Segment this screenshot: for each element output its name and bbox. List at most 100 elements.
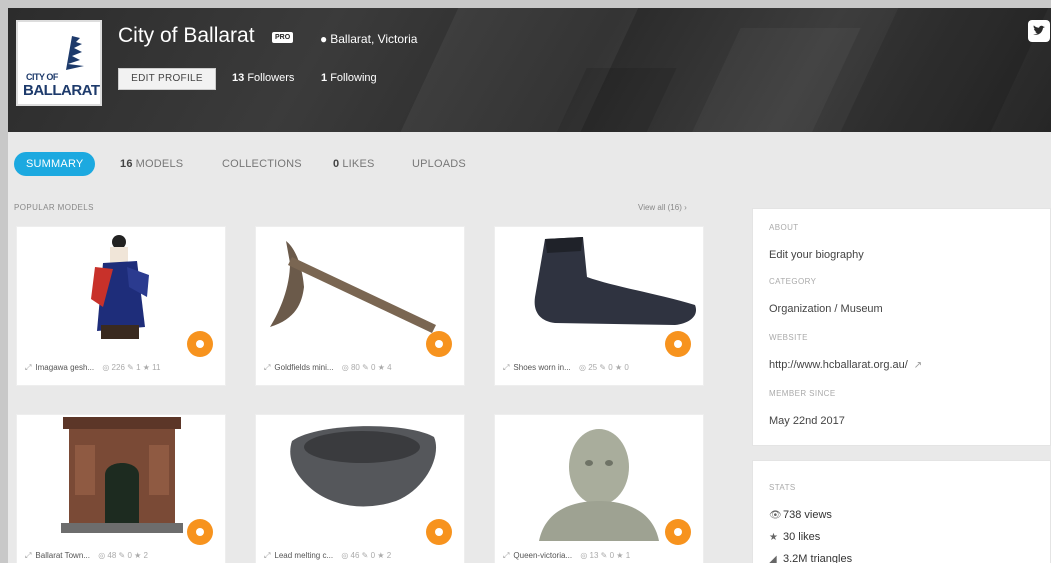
- model-views: 80: [350, 363, 360, 372]
- stats-panel: STATS 👁738 views ★ 30 likes ◢ 3.2M triangl…: [752, 460, 1051, 563]
- profile-name: City of Ballarat: [118, 24, 255, 47]
- following-count: 1: [321, 72, 328, 84]
- tab-models[interactable]: 16 MODELS: [120, 152, 183, 176]
- model-meta: ⤢ Ballarat Town... ◎ 48 ✎ 0 ★ 2: [25, 551, 221, 561]
- external-link-icon: ↗: [913, 360, 923, 371]
- model-card[interactable]: ⤢ Ballarat Town... ◎ 48 ✎ 0 ★ 2: [16, 414, 226, 563]
- stat-triangles: ◢ 3.2M triangles: [769, 553, 852, 563]
- tab-models-count: 16: [120, 158, 133, 170]
- frame-left-edge: [0, 0, 8, 563]
- view-all-link[interactable]: View all (16) ›: [638, 203, 687, 212]
- website-label: WEBSITE: [769, 333, 808, 342]
- triangle-icon: ◢: [769, 554, 777, 563]
- category-value: Organization / Museum: [769, 303, 883, 315]
- profile-banner: CITY OF BALLARAT City of Ballarat PRO ● B…: [8, 8, 1051, 132]
- logo-ballarat-text: BALLARAT: [23, 82, 100, 99]
- model-3d-badge-icon[interactable]: [665, 331, 691, 357]
- model-card[interactable]: ⤢ Shoes worn in... ◎ 25 ✎ 0 ★ 0: [494, 226, 704, 386]
- profile-logo[interactable]: CITY OF BALLARAT: [16, 20, 102, 106]
- model-card[interactable]: ⤢ Queen-victoria... ◎ 13 ✎ 0 ★ 1: [494, 414, 704, 563]
- tab-likes-label: LIKES: [342, 158, 375, 170]
- star-icon: ★: [769, 532, 778, 543]
- eye-icon: 👁: [769, 510, 782, 521]
- model-stats: ◎ 226 ✎ 1 ★ 11: [102, 363, 161, 372]
- pro-badge: PRO: [272, 32, 294, 43]
- model-views: 48: [107, 551, 117, 560]
- stat-views: 👁738 views: [769, 509, 832, 521]
- tab-collections-label: COLLECTIONS: [222, 158, 302, 170]
- model-card[interactable]: ⤢ Goldfields mini... ◎ 80 ✎ 0 ★ 4: [255, 226, 465, 386]
- model-card[interactable]: ⤢ Imagawa gesh... ◎ 226 ✎ 1 ★ 11: [16, 226, 226, 386]
- location-pin-icon: ●: [320, 32, 328, 46]
- view-all-label: View all (16): [638, 203, 682, 212]
- website-row[interactable]: http://www.hcballarat.org.au/ ↗: [769, 359, 922, 371]
- model-comments: 1: [136, 363, 141, 372]
- logo-city-text: CITY OF: [26, 72, 58, 82]
- model-comments: 0: [370, 551, 376, 560]
- tab-uploads-label: UPLOADS: [412, 158, 466, 170]
- profile-location: ● Ballarat, Victoria: [320, 32, 417, 46]
- tab-uploads[interactable]: UPLOADS: [412, 152, 466, 176]
- model-type-icon: ⤢: [25, 363, 32, 372]
- model-name: Goldfields mini...: [274, 363, 334, 372]
- model-meta: ⤢ Shoes worn in... ◎ 25 ✎ 0 ★ 0: [503, 363, 699, 373]
- stat-likes: ★ 30 likes: [769, 531, 820, 543]
- model-type-icon: ⤢: [264, 551, 271, 560]
- followers-link[interactable]: 13 Followers: [232, 72, 294, 84]
- model-meta: ⤢ Goldfields mini... ◎ 80 ✎ 0 ★ 4: [264, 363, 460, 373]
- model-stats: ◎ 46 ✎ 0 ★ 2: [341, 551, 392, 560]
- location-text: Ballarat, Victoria: [330, 32, 418, 46]
- model-meta: ⤢ Queen-victoria... ◎ 13 ✎ 0 ★ 1: [503, 551, 699, 561]
- model-3d-badge-icon[interactable]: [187, 519, 213, 545]
- tab-likes[interactable]: 0 LIKES: [333, 152, 375, 176]
- model-name: Shoes worn in...: [513, 363, 571, 372]
- category-label: CATEGORY: [769, 277, 817, 286]
- model-3d-badge-icon[interactable]: [187, 331, 213, 357]
- model-card[interactable]: ⤢ Lead melting c... ◎ 46 ✎ 0 ★ 2: [255, 414, 465, 563]
- following-label: Following: [330, 72, 377, 84]
- model-3d-badge-icon[interactable]: [665, 519, 691, 545]
- member-since-value: May 22nd 2017: [769, 415, 845, 427]
- chevron-right-icon: ›: [684, 203, 687, 212]
- model-type-icon: ⤢: [503, 363, 510, 372]
- model-views: 226: [111, 363, 125, 372]
- tab-collections[interactable]: COLLECTIONS: [222, 152, 302, 176]
- model-name: Queen-victoria...: [513, 551, 573, 560]
- website-link[interactable]: http://www.hcballarat.org.au/: [769, 359, 908, 371]
- ballarat-logo-mark: [66, 36, 84, 70]
- tab-models-label: MODELS: [135, 158, 184, 170]
- model-likes: 2: [386, 551, 392, 560]
- model-likes: 0: [624, 363, 629, 372]
- model-stats: ◎ 13 ✎ 0 ★ 1: [580, 551, 631, 560]
- followers-count: 13: [232, 72, 245, 84]
- likes-text: 30 likes: [783, 531, 821, 543]
- model-views: 46: [350, 551, 360, 560]
- followers-label: Followers: [247, 72, 295, 84]
- stats-label: STATS: [769, 483, 796, 492]
- model-stats: ◎ 25 ✎ 0 ★ 0: [579, 363, 629, 372]
- popular-models-title: POPULAR MODELS: [14, 203, 94, 212]
- model-meta: ⤢ Imagawa gesh... ◎ 226 ✎ 1 ★ 11: [25, 363, 221, 373]
- following-link[interactable]: 1 Following: [321, 72, 377, 84]
- tab-summary[interactable]: SUMMARY: [14, 152, 96, 176]
- model-likes: 4: [387, 363, 392, 372]
- model-comments: 0: [608, 363, 613, 372]
- model-name: Imagawa gesh...: [35, 363, 95, 372]
- model-3d-badge-icon[interactable]: [426, 331, 452, 357]
- twitter-icon[interactable]: [1028, 20, 1050, 42]
- model-views: 13: [589, 551, 599, 560]
- member-since-label: MEMBER SINCE: [769, 389, 836, 398]
- model-comments: 0: [371, 363, 376, 372]
- model-name: Ballarat Town...: [35, 551, 90, 560]
- bio-label: ABOUT: [769, 223, 799, 232]
- model-meta: ⤢ Lead melting c... ◎ 46 ✎ 0 ★ 2: [264, 551, 460, 561]
- bio-edit-link[interactable]: Edit your biography: [769, 249, 864, 261]
- page-frame: CITY OF BALLARAT City of Ballarat PRO ● B…: [0, 0, 1051, 563]
- model-type-icon: ⤢: [25, 551, 32, 560]
- model-3d-badge-icon[interactable]: [426, 519, 452, 545]
- views-text: 738 views: [783, 509, 832, 521]
- tab-likes-count: 0: [333, 158, 340, 170]
- edit-profile-button[interactable]: EDIT PROFILE: [118, 68, 216, 90]
- model-likes: 2: [143, 551, 148, 560]
- tab-summary-label: SUMMARY: [26, 158, 84, 170]
